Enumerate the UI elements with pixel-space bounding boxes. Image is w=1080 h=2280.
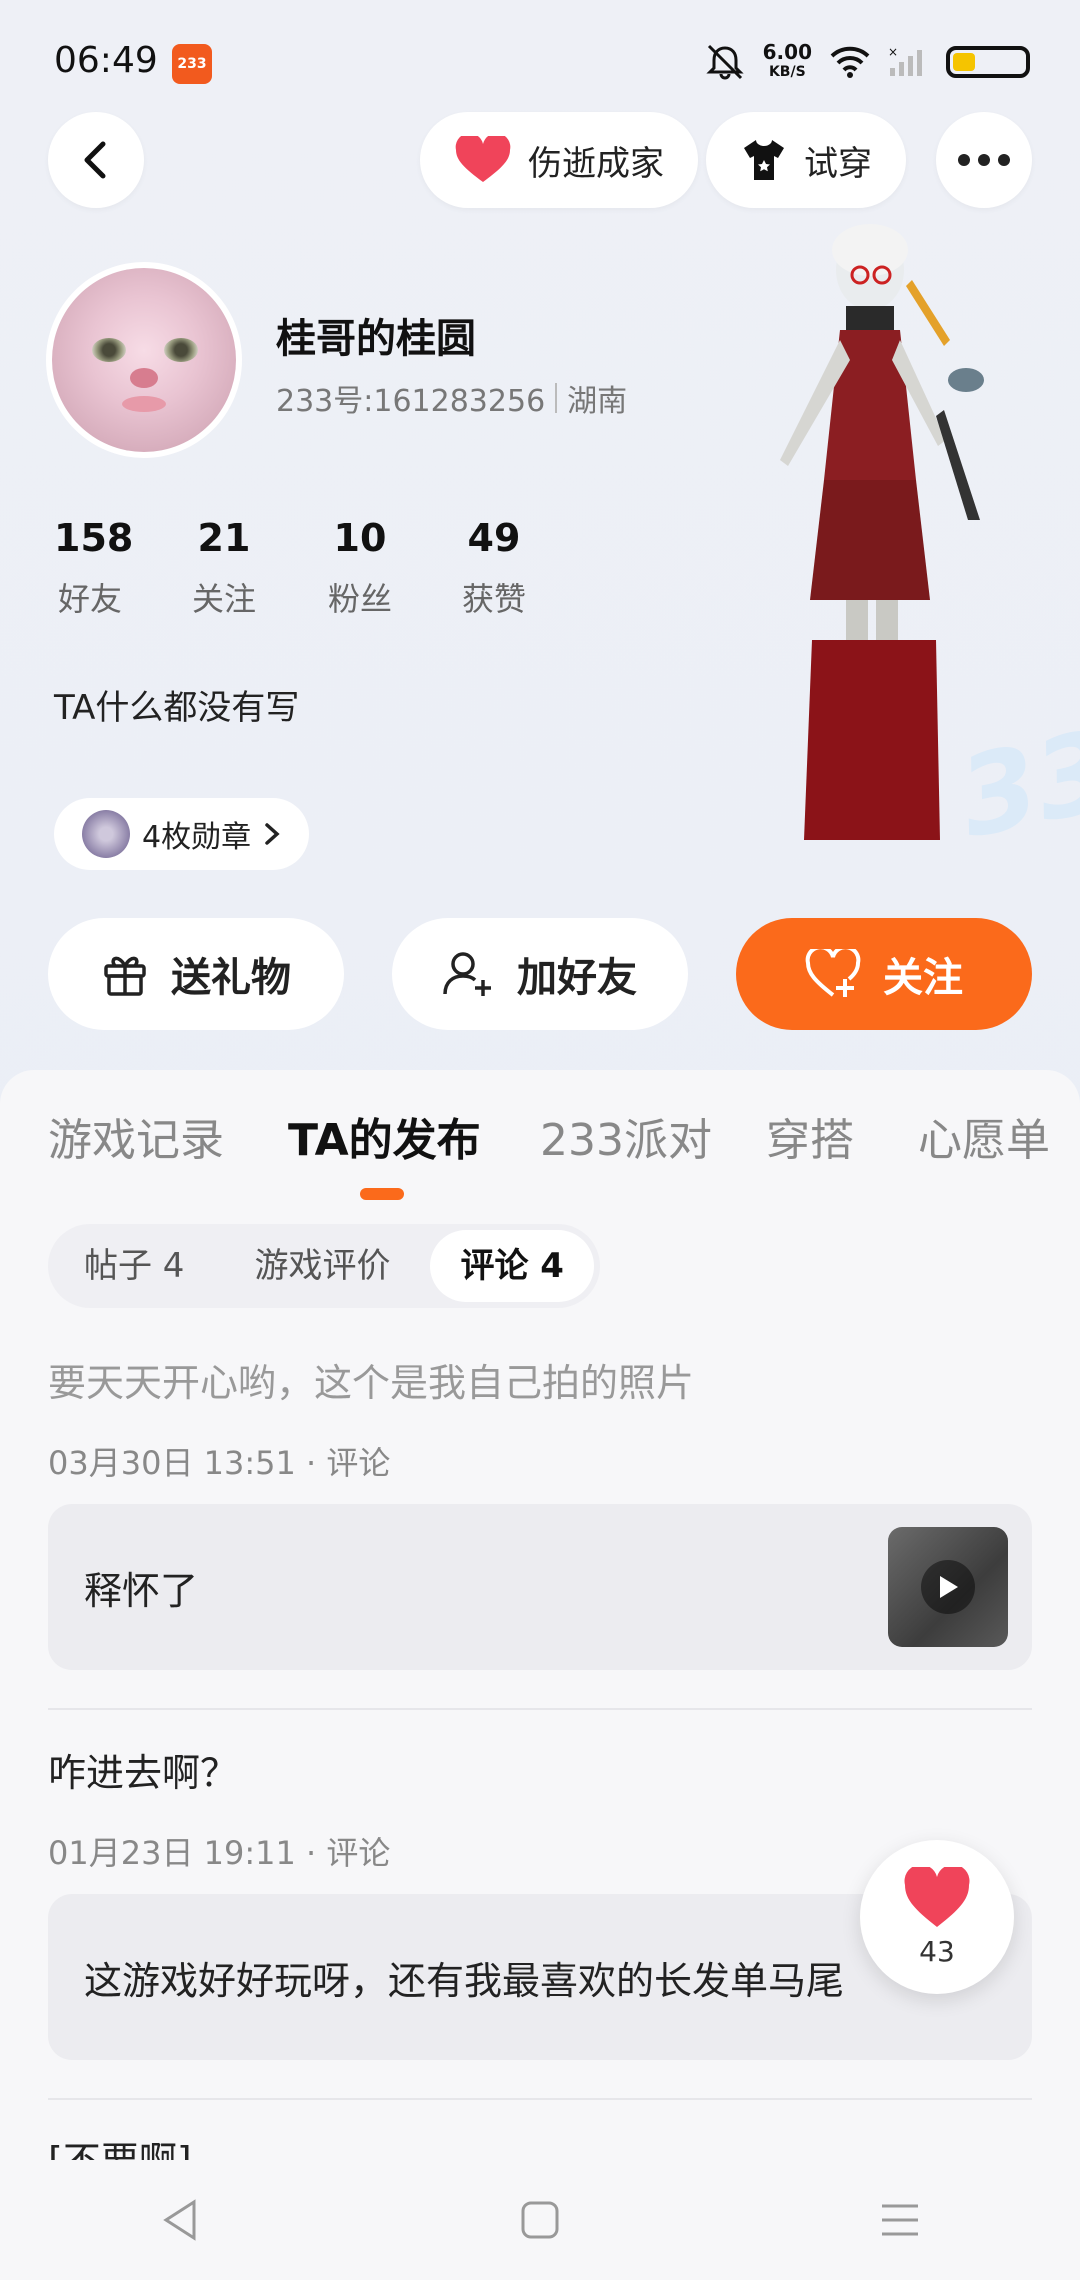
svg-text:×: ×	[888, 46, 898, 59]
heart-icon	[904, 1866, 970, 1927]
post-title[interactable]: 要天天开心哟，这个是我自己拍的照片	[48, 1352, 694, 1407]
stat-label: 好友	[57, 580, 122, 618]
heart-plus-icon	[805, 949, 861, 997]
back-button[interactable]	[48, 112, 144, 208]
app-notification-icon: 233	[172, 44, 212, 84]
follow-button[interactable]: 关注	[736, 918, 1032, 1030]
subtab-comments[interactable]: 评论 4	[430, 1230, 594, 1302]
stat-fans[interactable]: 10 粉丝	[324, 516, 396, 620]
follow-label: 关注	[883, 955, 963, 1001]
tab-game-records[interactable]: 游戏记录	[48, 1104, 224, 1168]
post-title[interactable]: 咋进去啊？	[48, 1742, 238, 1797]
tshirt-icon	[744, 140, 784, 180]
tab-outfits[interactable]: 穿搭	[766, 1104, 854, 1168]
username: 桂哥的桂圆	[276, 316, 476, 362]
stat-value: 158	[54, 516, 134, 560]
status-icons: 6.00 KB/S ×	[705, 42, 1030, 82]
app-badge-text: 233	[177, 56, 207, 72]
signal-icon: ×	[888, 46, 922, 76]
stat-label: 获赞	[461, 580, 526, 618]
relation-label: 伤逝成家	[528, 143, 664, 184]
stat-following[interactable]: 21 关注	[188, 516, 260, 620]
send-gift-label: 送礼物	[171, 955, 291, 1001]
chevron-left-icon	[84, 141, 106, 179]
medal-label: 4枚勋章	[142, 820, 252, 855]
nav-home-icon[interactable]	[520, 2200, 560, 2240]
heart-icon	[455, 136, 511, 182]
comment-text: 这游戏好好玩呀，还有我最喜欢的长发单马尾	[84, 1958, 845, 2003]
stat-friends[interactable]: 158 好友	[54, 516, 134, 620]
avatar[interactable]	[46, 262, 242, 458]
chevron-right-icon	[265, 823, 280, 845]
like-count: 43	[919, 1934, 955, 1968]
tab-wishlist[interactable]: 心愿单	[918, 1104, 1050, 1168]
relation-button[interactable]: 伤逝成家	[420, 112, 698, 208]
stat-label: 关注	[191, 580, 256, 618]
battery-icon	[946, 46, 1030, 78]
nav-back-icon[interactable]	[160, 2198, 200, 2242]
comment-text: 释怀了	[84, 1568, 199, 1613]
tab-posts[interactable]: TA的发布	[288, 1104, 481, 1168]
nav-menu-icon[interactable]	[880, 2202, 920, 2238]
divider	[48, 2098, 1032, 2100]
tab-233-party[interactable]: 233派对	[540, 1104, 712, 1168]
send-gift-button[interactable]: 送礼物	[48, 918, 344, 1030]
bio: TA什么都没有写	[54, 688, 300, 728]
add-friend-label: 加好友	[517, 955, 637, 1001]
subtab-game-reviews[interactable]: 游戏评价	[224, 1230, 420, 1302]
post-meta: 03月30日 13:51 · 评论	[48, 1444, 391, 1482]
add-user-icon	[443, 952, 491, 996]
subtab-bar: 帖子 4 游戏评价 评论 4	[48, 1224, 600, 1308]
bell-muted-icon	[706, 44, 744, 80]
stat-label: 粉丝	[327, 580, 392, 618]
stat-value: 49	[467, 516, 521, 560]
status-time: 06:49	[54, 40, 158, 81]
stat-likes[interactable]: 49 获赞	[458, 516, 530, 620]
post-title-partial[interactable]: [不要啊]	[48, 2134, 192, 2160]
stat-value: 10	[333, 516, 387, 560]
system-nav-bar	[0, 2160, 1080, 2280]
tab-active-indicator	[360, 1188, 404, 1200]
divider	[48, 1708, 1032, 1710]
subtab-posts[interactable]: 帖子 4	[54, 1230, 214, 1302]
add-friend-button[interactable]: 加好友	[392, 918, 688, 1030]
post-title: [不要啊]	[48, 2134, 192, 2160]
divider	[555, 383, 558, 413]
video-thumbnail[interactable]	[888, 1527, 1008, 1647]
post-meta: 01月23日 19:11 · 评论	[48, 1834, 391, 1872]
try-on-label: 试穿	[804, 143, 872, 184]
net-speed: 6.00 KB/S	[763, 42, 812, 82]
try-on-button[interactable]: 试穿	[706, 112, 906, 208]
user-id-line: 233号:161283256 湖南	[276, 376, 627, 420]
like-button[interactable]: 43	[860, 1840, 1014, 1994]
user-location: 湖南	[567, 384, 628, 419]
more-button[interactable]	[936, 112, 1032, 208]
comment-card[interactable]: 释怀了	[48, 1504, 1032, 1670]
net-speed-unit: KB/S	[768, 64, 806, 80]
stat-value: 21	[197, 516, 251, 560]
medal-button[interactable]: 4枚勋章	[54, 798, 310, 870]
more-dots-icon	[958, 154, 1010, 166]
user-id: 233号:161283256	[276, 384, 546, 419]
gift-icon	[104, 956, 146, 996]
medal-icon	[82, 810, 130, 858]
play-icon	[921, 1560, 975, 1614]
wifi-icon	[830, 46, 870, 78]
net-speed-value: 6.00	[762, 40, 812, 64]
